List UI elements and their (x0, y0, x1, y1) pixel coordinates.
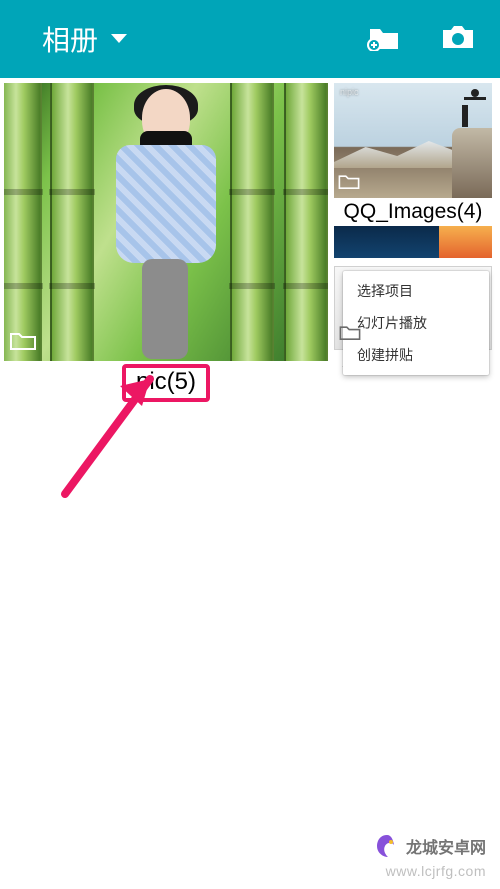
thumb-watermark: nipic (340, 87, 359, 97)
menu-create-collage[interactable]: 创建拼贴 (343, 339, 489, 371)
context-menu: 选择项目 幻灯片播放 创建拼贴 (343, 271, 489, 375)
folder-icon (339, 324, 361, 345)
url-watermark: www.lcjrfg.com (386, 863, 486, 879)
menu-slideshow[interactable]: 幻灯片播放 (343, 307, 489, 339)
app-header: 相册 (0, 0, 500, 78)
album-qq-images[interactable]: nipic QQ_Images(4) (334, 83, 492, 258)
chevron-down-icon (110, 33, 128, 45)
album-screenshots[interactable]: 选择项目 幻灯片播放 创建拼贴 Screenshots(8) (334, 266, 492, 376)
album-dropdown[interactable]: 相册 (42, 19, 128, 59)
album-qq-thumbnail: nipic (334, 83, 492, 198)
header-title: 相册 (42, 19, 98, 59)
menu-select-items[interactable]: 选择项目 (343, 275, 489, 307)
album-grid: pic(5) nipic QQ_Images(4) (0, 78, 500, 407)
brand-watermark-text: 龙城安卓网 (406, 834, 486, 858)
folder-icon (10, 330, 36, 355)
folder-icon (338, 173, 360, 194)
album-qq-label: QQ_Images(4) (334, 200, 492, 224)
header-actions (367, 23, 475, 56)
album-pic-label-row: pic(5) (4, 364, 328, 402)
dragon-logo-icon (374, 833, 400, 859)
album-screenshots-thumbnail: 选择项目 幻灯片播放 创建拼贴 (334, 266, 492, 350)
album-pic[interactable]: pic(5) (4, 83, 328, 402)
camera-icon[interactable] (441, 23, 475, 56)
new-folder-icon[interactable] (367, 23, 401, 56)
album-pic-label: pic(5) (136, 368, 196, 395)
album-qq-strip (334, 226, 492, 258)
album-pic-label-highlight: pic(5) (122, 364, 210, 402)
album-pic-thumbnail (4, 83, 328, 361)
brand-watermark: 龙城安卓网 (374, 833, 486, 859)
